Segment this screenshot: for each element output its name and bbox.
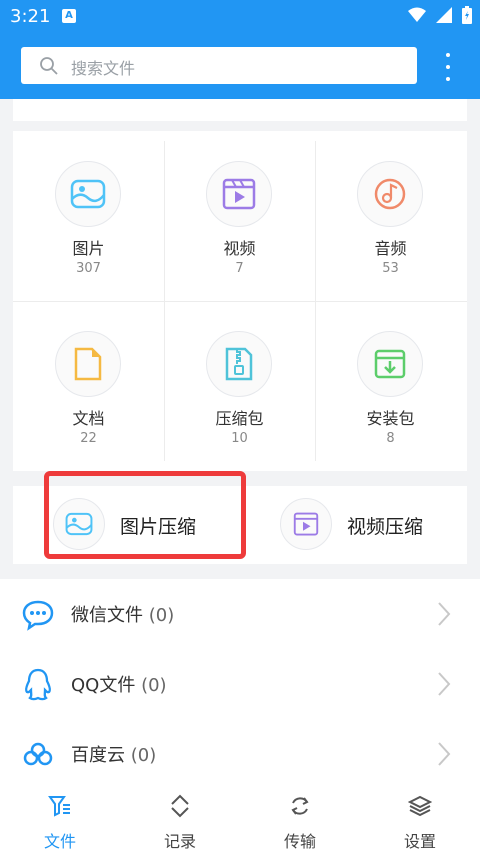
category-label: 安装包 [366, 409, 415, 428]
tab-transfer[interactable]: 传输 [240, 784, 360, 854]
category-count: 307 [76, 261, 101, 276]
video-icon [280, 498, 332, 550]
video-compress-label: 视频压缩 [347, 516, 424, 538]
more-dot-icon [446, 53, 450, 57]
list-item-count: (0) [141, 675, 167, 696]
tab-history[interactable]: 记录 [120, 784, 240, 854]
qq-icon [20, 667, 56, 703]
list-item-count: (0) [130, 745, 157, 766]
search-placeholder[interactable]: 搜索文件 [71, 55, 135, 79]
battery-icon [462, 6, 472, 24]
tab-label: 文件 [43, 832, 76, 851]
tab-label: 设置 [403, 832, 436, 851]
list-item-label: 百度云 (0) [71, 745, 157, 766]
tab-files[interactable]: 文件 [0, 784, 120, 854]
category-label: 音频 [374, 239, 407, 258]
category-install-packages[interactable]: 安装包 8 [315, 301, 466, 471]
category-count: 8 [386, 431, 395, 446]
status-bar: 3:21 A [0, 0, 480, 33]
system-icons [408, 6, 472, 24]
signal-icon [436, 7, 452, 23]
transfer-icon [291, 797, 309, 815]
install-package-icon [357, 331, 423, 397]
audio-icon [357, 161, 423, 227]
category-grid: 图片 307 视频 7 音频 53 文档 22 压缩包 10 安装包 8 [13, 131, 467, 471]
list-item-baidu-cloud[interactable]: 百度云 (0) [0, 719, 480, 789]
category-count: 22 [80, 431, 97, 446]
category-count: 10 [231, 431, 248, 446]
settings-icon [408, 795, 432, 817]
wechat-icon [20, 597, 56, 633]
category-documents[interactable]: 文档 22 [13, 301, 164, 471]
category-archives[interactable]: 压缩包 10 [164, 301, 315, 471]
status-time: 3:21 [10, 6, 51, 27]
highlight-box [44, 471, 246, 559]
category-images[interactable]: 图片 307 [13, 131, 164, 301]
category-label: 压缩包 [215, 409, 264, 428]
more-dot-icon [446, 65, 450, 69]
history-icon [171, 794, 189, 818]
source-list: 微信文件 (0) QQ文件 (0) 百度云 (0) [0, 579, 480, 784]
bottom-tab-bar: 文件 记录 传输 设置 [0, 784, 480, 854]
category-label: 视频 [223, 239, 256, 258]
chevron-right-icon [438, 742, 451, 766]
category-count: 7 [235, 261, 244, 276]
category-videos[interactable]: 视频 7 [164, 131, 315, 301]
files-icon [48, 796, 70, 817]
list-item-qq[interactable]: QQ文件 (0) [0, 649, 480, 719]
top-card-edge [13, 99, 467, 121]
tab-label: 传输 [283, 832, 316, 851]
chevron-right-icon [438, 602, 451, 626]
image-icon [55, 161, 121, 227]
category-label: 文档 [72, 409, 105, 428]
wifi-icon [408, 7, 426, 22]
archive-icon [206, 331, 272, 397]
search-icon [40, 57, 58, 75]
list-item-label: 微信文件 (0) [71, 605, 175, 626]
chevron-right-icon [438, 672, 451, 696]
tab-label: 记录 [163, 832, 196, 851]
list-item-count: (0) [148, 605, 175, 626]
more-menu-button[interactable] [438, 53, 458, 81]
notification-icon: A [62, 9, 76, 23]
list-item-label: QQ文件 (0) [71, 675, 167, 696]
video-icon [206, 161, 272, 227]
tab-settings[interactable]: 设置 [360, 784, 480, 854]
more-dot-icon [446, 77, 450, 81]
category-label: 图片 [72, 239, 105, 258]
video-compress-button[interactable]: 视频压缩 [280, 486, 460, 564]
document-icon [55, 331, 121, 397]
app-bar: 搜索文件 [0, 33, 480, 99]
search-bar[interactable]: 搜索文件 [21, 47, 417, 84]
baidu-cloud-icon [20, 737, 56, 773]
list-item-wechat[interactable]: 微信文件 (0) [0, 579, 480, 649]
category-audio[interactable]: 音频 53 [315, 131, 466, 301]
category-count: 53 [382, 261, 399, 276]
